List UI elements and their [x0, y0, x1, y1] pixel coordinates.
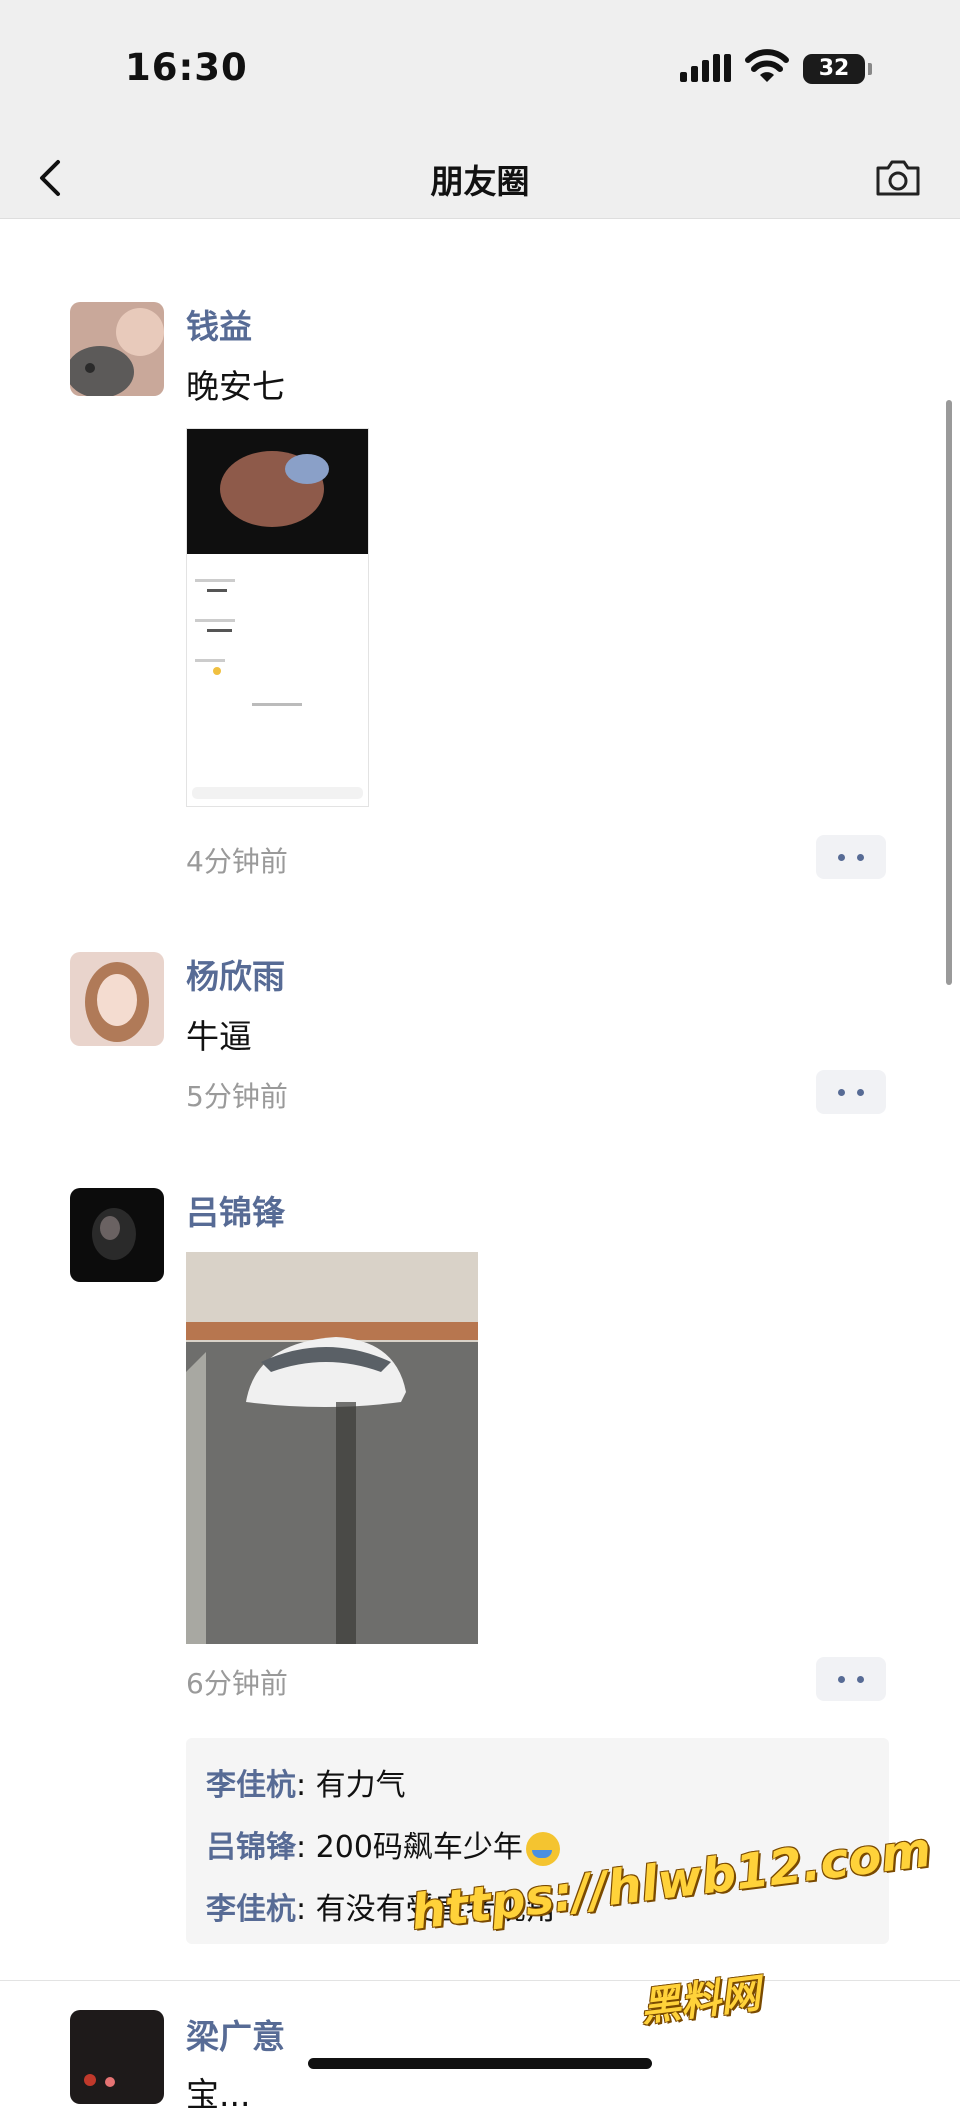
watermark-text: 黑料网 — [638, 1970, 763, 2032]
comment-author[interactable]: 吕锦锋 — [206, 1830, 296, 1865]
screenshot-image[interactable] — [186, 428, 369, 807]
avatar[interactable] — [70, 952, 164, 1046]
comment-author[interactable]: 李佳杭 — [206, 1892, 296, 1927]
camera-icon[interactable] — [870, 150, 926, 206]
comment-author[interactable]: 李佳杭 — [206, 1768, 296, 1803]
status-time: 16:30 — [125, 46, 248, 89]
post-author[interactable]: 钱益 — [186, 300, 252, 348]
post-author[interactable]: 吕锦锋 — [186, 1186, 285, 1234]
nav-bar: 朋友圈 — [0, 140, 960, 219]
comment-row[interactable]: 李佳杭: 有力气 — [206, 1760, 406, 1804]
post-time: 4分钟前 — [186, 845, 288, 878]
laugh-cry-emoji-icon — [525, 1831, 560, 1866]
page-title: 朋友圈 — [430, 162, 530, 201]
post-time: 6分钟前 — [186, 1667, 288, 1700]
divider — [0, 1980, 960, 1981]
crashed-car-photo[interactable] — [186, 1252, 478, 1644]
post-text: 牛逼 — [186, 1017, 252, 1056]
more-button[interactable] — [816, 1070, 886, 1114]
battery-level: 32 — [818, 56, 850, 81]
post-author[interactable]: 杨欣雨 — [186, 950, 285, 998]
avatar[interactable] — [70, 1188, 164, 1282]
post-text: 宝... — [186, 2075, 251, 2114]
status-bar: 16:30 32 — [0, 0, 960, 140]
more-button[interactable] — [816, 835, 886, 879]
wifi-icon — [745, 49, 789, 82]
avatar[interactable] — [70, 302, 164, 396]
home-indicator[interactable] — [308, 2058, 652, 2069]
avatar[interactable] — [70, 2010, 164, 2104]
post-text: 晚安七 — [186, 367, 285, 406]
battery-icon: 32 — [803, 54, 865, 84]
post-author[interactable]: 梁广意 — [186, 2010, 285, 2058]
comment-text: : 200码飙车少年 — [296, 1830, 523, 1865]
signal-icon — [680, 54, 731, 82]
comment-text: : 有力气 — [296, 1768, 406, 1803]
more-button[interactable] — [816, 1657, 886, 1701]
scrollbar[interactable] — [946, 400, 952, 985]
battery-cap — [868, 63, 872, 75]
post-time: 5分钟前 — [186, 1080, 288, 1113]
comment-row[interactable]: 吕锦锋: 200码飙车少年 — [206, 1822, 560, 1866]
